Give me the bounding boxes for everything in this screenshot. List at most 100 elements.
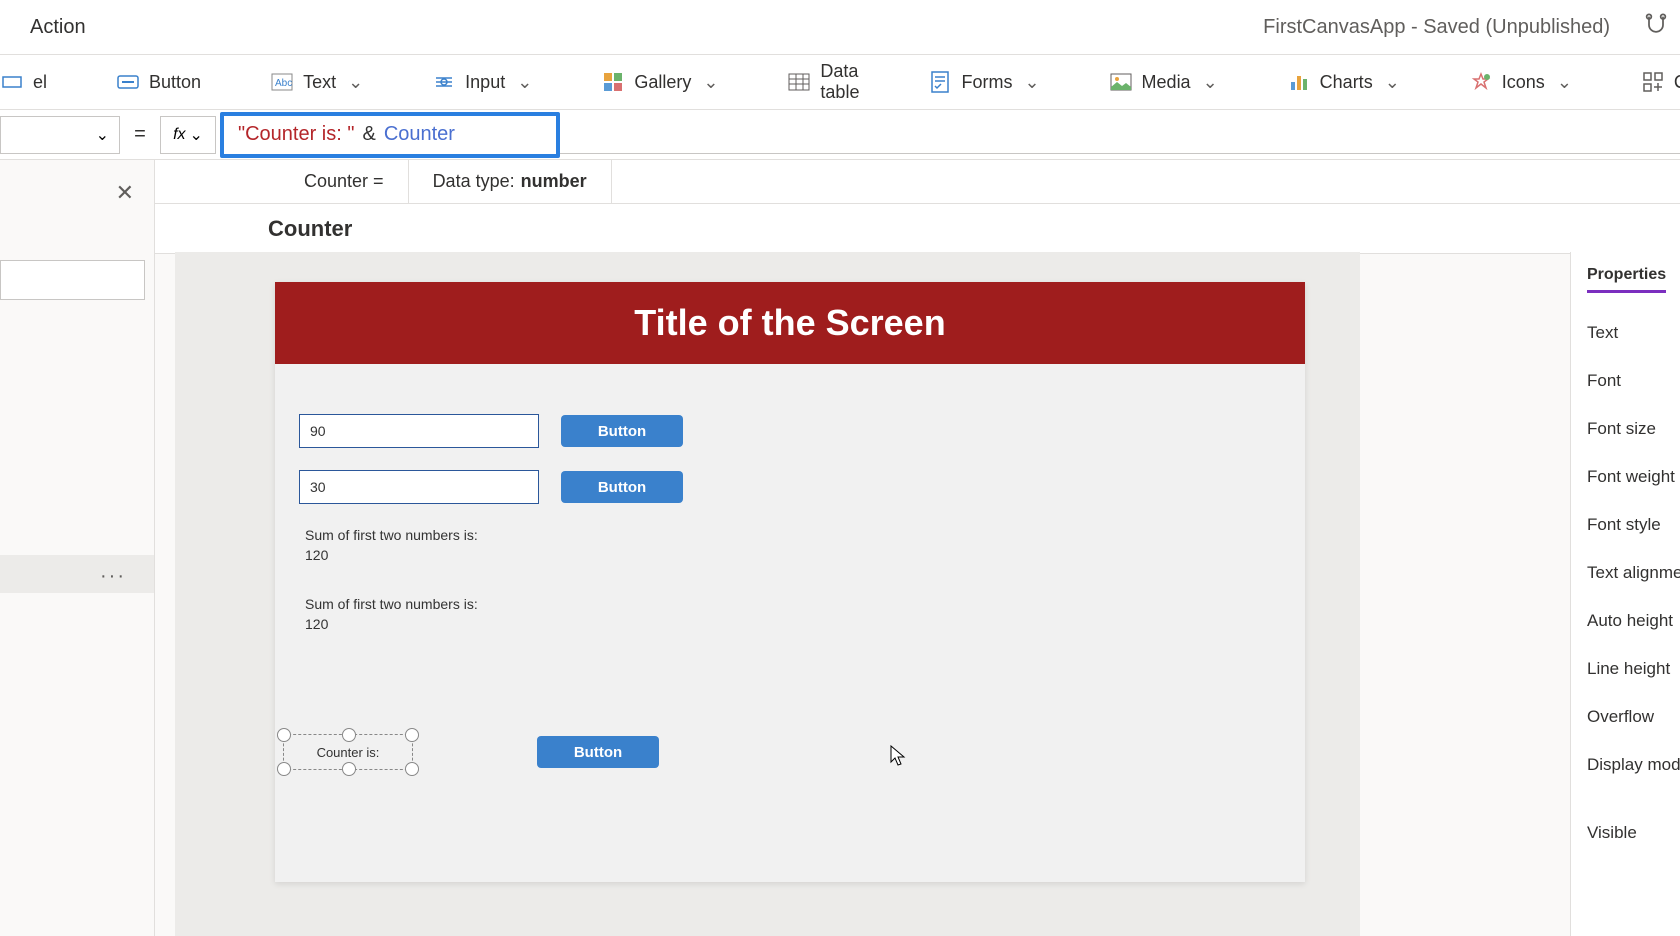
ribbon-media-label: Media [1142,72,1191,93]
icons-icon [1470,71,1492,93]
resize-handle[interactable] [342,728,356,742]
button-3[interactable]: Button [537,736,659,768]
chevron-down-icon: ⌄ [703,72,718,93]
insert-ribbon: el Button Abc Text ⌄ Input ⌄ Gallery ⌄ D… [0,55,1680,110]
close-icon[interactable]: ✕ [116,180,134,206]
properties-pane: Properties Text Font Font size Font weig… [1570,252,1680,936]
ribbon-text-label: Text [303,72,336,93]
label-icon [1,71,23,93]
variable-value-cell[interactable]: Counter = [280,160,409,203]
prop-font[interactable]: Font [1587,357,1680,405]
svg-text:Abc: Abc [275,78,292,89]
cursor-icon [890,745,906,767]
tree-search-input[interactable] [0,260,145,300]
resize-handle[interactable] [277,728,291,742]
prop-visible[interactable]: Visible [1587,809,1680,857]
prop-font-size[interactable]: Font size [1587,405,1680,453]
ribbon-input-label: Input [465,72,505,93]
formula-variable: Counter [384,123,455,146]
prop-text-alignment[interactable]: Text alignme [1587,549,1680,597]
counter-label-text: Counter is: [317,745,380,760]
ribbon-label[interactable]: el [0,71,52,93]
ribbon-icons-label: Icons [1502,72,1545,93]
prop-font-weight[interactable]: Font weight [1587,453,1680,501]
ribbon-gallery-label: Gallery [634,72,691,93]
screen[interactable]: Title of the Screen Button Button Sum of… [275,282,1305,882]
ribbon-text[interactable]: Abc Text ⌄ [266,71,368,93]
fx-button[interactable]: fx ⌄ [160,116,216,154]
text-input-1[interactable] [299,414,539,448]
button-icon [117,71,139,93]
ribbon-media[interactable]: Media ⌄ [1105,71,1223,93]
tab-action[interactable]: Action [30,16,86,39]
prop-overflow[interactable]: Overflow [1587,693,1680,741]
tree-view-pane: ✕ ··· [0,160,155,936]
formula-info-bar: Counter = Data type: number [0,160,1680,204]
sum-label-2[interactable]: Sum of first two numbers is: 120 [305,595,485,634]
chevron-down-icon: ⌄ [517,72,532,93]
ribbon-input[interactable]: Input ⌄ [428,71,537,93]
text-input-2[interactable] [299,470,539,504]
breadcrumb[interactable]: Counter [0,204,1680,254]
chevron-down-icon: ⌄ [96,125,109,145]
datatype-cell: Data type: number [409,160,612,203]
ribbon-gallery[interactable]: Gallery ⌄ [597,71,723,93]
ribbon-datatable[interactable]: Data table [783,61,864,103]
screen-title[interactable]: Title of the Screen [275,282,1305,364]
ribbon-button-label: Button [149,72,201,93]
screen-body: Button Button Sum of first two numbers i… [275,364,1305,658]
formula-input-rest[interactable] [560,116,1680,154]
prop-auto-height[interactable]: Auto height [1587,597,1680,645]
forms-icon [929,71,951,93]
ribbon-forms[interactable]: Forms ⌄ [924,71,1044,93]
resize-handle[interactable] [342,762,356,776]
text-icon: Abc [271,71,293,93]
charts-icon [1288,71,1310,93]
ribbon-custom[interactable]: Custom ⌄ [1637,71,1680,93]
canvas-area[interactable]: Title of the Screen Button Button Sum of… [175,252,1360,936]
formula-bar: ⌄ = fx ⌄ "Counter is: " & Counter [0,110,1680,160]
datatype-value: number [521,171,587,192]
button-1[interactable]: Button [561,415,683,447]
chevron-down-icon: ⌄ [1024,72,1039,93]
chevron-down-icon: ⌄ [190,125,203,145]
ribbon-icons[interactable]: Icons ⌄ [1465,71,1577,93]
ribbon-custom-label: Custom [1674,72,1680,93]
prop-display-mode[interactable]: Display mod [1587,741,1680,789]
more-icon[interactable]: ··· [100,565,126,588]
counter-label-selected[interactable]: Counter is: [283,734,413,770]
resize-handle[interactable] [405,728,419,742]
button-2[interactable]: Button [561,471,683,503]
formula-string: "Counter is: " [238,123,354,146]
ribbon-button[interactable]: Button [112,71,206,93]
fx-label: fx [173,126,185,144]
ribbon-datatable-label: Data table [820,61,859,103]
formula-operator: & [362,123,375,146]
chevron-down-icon: ⌄ [348,72,363,93]
tree-selected-row[interactable] [0,555,154,593]
ribbon-charts[interactable]: Charts ⌄ [1283,71,1405,93]
tab-properties[interactable]: Properties [1587,260,1666,293]
formula-input[interactable]: "Counter is: " & Counter [220,112,560,158]
datatable-icon [788,71,810,93]
media-icon [1110,71,1132,93]
chevron-down-icon: ⌄ [1203,72,1218,93]
chevron-down-icon: ⌄ [1557,72,1572,93]
app-checker-icon[interactable] [1642,12,1670,40]
resize-handle[interactable] [277,762,291,776]
app-title: FirstCanvasApp - Saved (Unpublished) [1263,16,1610,39]
property-dropdown[interactable]: ⌄ [0,116,120,154]
ribbon-charts-label: Charts [1320,72,1373,93]
equals-sign: = [120,123,160,146]
ribbon-forms-label: Forms [961,72,1012,93]
datatype-label: Data type: [433,171,515,192]
ribbon-label-text: el [33,72,47,93]
gallery-icon [602,71,624,93]
prop-line-height[interactable]: Line height [1587,645,1680,693]
sum-label-1[interactable]: Sum of first two numbers is: 120 [305,526,485,565]
title-bar: Action FirstCanvasApp - Saved (Unpublish… [0,0,1680,55]
input-icon [433,71,455,93]
prop-text[interactable]: Text [1587,309,1680,357]
prop-font-style[interactable]: Font style [1587,501,1680,549]
resize-handle[interactable] [405,762,419,776]
